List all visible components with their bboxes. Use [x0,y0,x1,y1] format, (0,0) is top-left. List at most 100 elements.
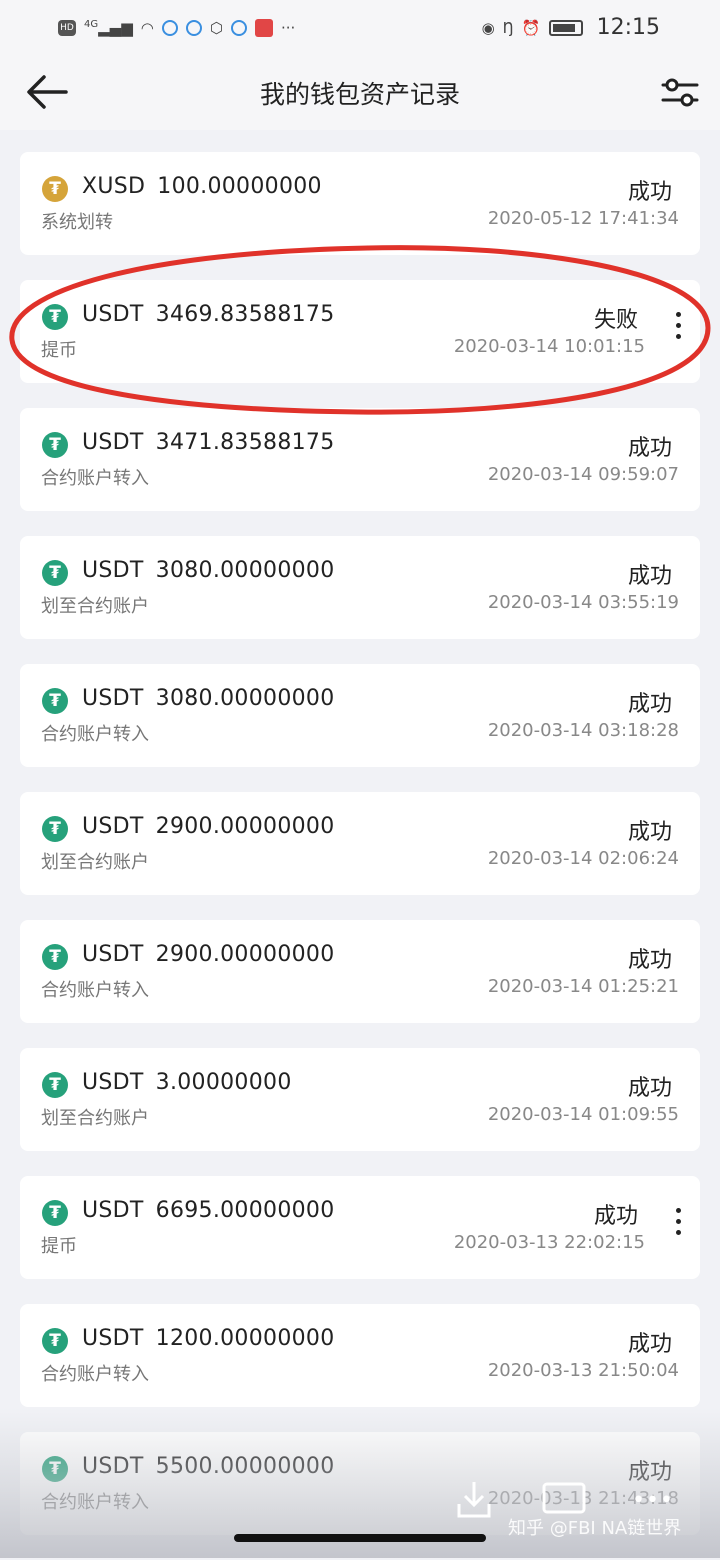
record-status: 成功 [593,1204,638,1229]
record-type: 划至合约账户 [41,852,149,873]
record-card[interactable]: ₮ USDT 3469.83588175 提币 失败 2020-03-14 10:… [20,280,700,383]
record-datetime: 2020-03-13 22:02:15 [453,1232,645,1253]
record-datetime: 2020-03-14 03:18:28 [487,720,679,741]
record-amount-value: 2900.00000000 [155,814,335,839]
record-status: 成功 [627,820,672,845]
record-card[interactable]: ₮ USDT 2900.00000000 划至合约账户 成功 2020-03-14… [20,792,700,895]
eye-icon: ◉ [481,18,495,37]
record-datetime: 2020-05-12 17:41:34 [487,208,679,229]
record-amount: USDT 3080.00000000 [82,686,335,711]
tether-coin-icon: ₮ [42,1456,68,1482]
record-amount-value: 3471.83588175 [155,430,335,455]
top-nav-bar: 我的钱包资产记录 [0,55,720,130]
app-notification-icon [230,19,247,36]
record-amount-value: 5500.00000000 [155,1454,335,1479]
record-currency: USDT [82,1454,144,1479]
more-options-icon[interactable] [672,1208,684,1240]
record-amount: USDT 3469.83588175 [82,302,335,327]
page-title: 我的钱包资产记录 [259,80,460,109]
nfc-icon: Ŋ [502,18,514,37]
record-amount: USDT 3080.00000000 [82,558,335,583]
home-indicator[interactable] [234,1534,486,1542]
status-left: HD 4G▂▄▆ ◠ ⬡ ··· [58,18,296,37]
record-card[interactable]: ₮ USDT 3080.00000000 合约账户转入 成功 2020-03-14… [20,664,700,767]
tether-coin-icon: ₮ [42,1200,68,1226]
record-card[interactable]: ₮ USDT 1200.00000000 合约账户转入 成功 2020-03-13… [20,1304,700,1407]
record-datetime: 2020-03-14 01:25:21 [487,976,679,997]
record-amount: USDT 5500.00000000 [82,1454,335,1479]
sliders-icon [661,78,699,107]
record-status: 失败 [593,308,638,333]
record-amount: USDT 3471.83588175 [82,430,335,455]
record-card[interactable]: ₮ USDT 3080.00000000 划至合约账户 成功 2020-03-14… [20,536,700,639]
record-currency: USDT [82,302,144,327]
more-notifications-icon: ··· [280,18,296,37]
record-status: 成功 [627,436,672,461]
record-amount-value: 6695.00000000 [155,1198,335,1223]
record-card[interactable]: ₮ USDT 6695.00000000 提币 成功 2020-03-13 22:… [20,1176,700,1279]
record-amount-value: 3080.00000000 [155,558,335,583]
tether-coin-icon: ₮ [42,1328,68,1354]
battery-icon [548,19,583,36]
record-type: 系统划转 [41,212,113,233]
tether-coin-icon: ₮ [42,688,68,714]
filter-button[interactable] [660,73,700,113]
record-amount-value: 1200.00000000 [155,1326,335,1351]
record-datetime: 2020-03-14 01:09:55 [487,1104,679,1125]
more-icon[interactable]: ••• [632,1488,674,1513]
alarm-icon: ⏰ [521,18,541,37]
clock: 12:15 [596,15,660,40]
record-status: 成功 [627,1076,672,1101]
record-status: 成功 [627,1460,672,1485]
record-datetime: 2020-03-14 10:01:15 [453,336,645,357]
record-amount: USDT 1200.00000000 [82,1326,335,1351]
record-type: 合约账户转入 [41,1492,149,1513]
record-amount-value: 100.00000000 [157,174,322,199]
tether-coin-icon: ₮ [42,816,68,842]
record-datetime: 2020-03-14 03:55:19 [487,592,679,613]
record-amount: XUSD 100.00000000 [82,174,322,199]
record-card[interactable]: ₮ USDT 3471.83588175 合约账户转入 成功 2020-03-14… [20,408,700,511]
record-type: 划至合约账户 [41,1108,149,1129]
record-currency: USDT [82,686,144,711]
record-status: 成功 [627,180,672,205]
wifi-icon: ◠ [140,18,154,37]
record-status: 成功 [627,948,672,973]
record-card[interactable]: ₮ USDT 3.00000000 划至合约账户 成功 2020-03-14 01… [20,1048,700,1151]
record-type: 划至合约账户 [41,596,149,617]
tether-coin-icon: ₮ [42,944,68,970]
record-currency: XUSD [82,174,146,199]
record-amount: USDT 2900.00000000 [82,814,335,839]
record-type: 合约账户转入 [41,1364,149,1385]
record-currency: USDT [82,558,144,583]
record-currency: USDT [82,1326,144,1351]
record-status: 成功 [627,564,672,589]
record-type: 合约账户转入 [41,724,149,745]
record-amount: USDT 3.00000000 [82,1070,292,1095]
tether-coin-icon: ₮ [42,432,68,458]
red-app-notification-icon [254,18,273,37]
watermark: 知乎 @FBI NA链世界 [508,1518,682,1539]
record-card[interactable]: ₮ USDT 2900.00000000 合约账户转入 成功 2020-03-14… [20,920,700,1023]
record-status: 成功 [627,692,672,717]
record-amount-value: 3.00000000 [155,1070,292,1095]
record-amount-value: 3080.00000000 [155,686,335,711]
app-notification-icon [185,19,202,36]
record-currency: USDT [82,1198,144,1223]
record-currency: USDT [82,942,144,967]
tether-coin-icon: ₮ [42,560,68,586]
app-notification-icon [161,19,178,36]
share-icon[interactable] [540,1478,588,1518]
status-bar: HD 4G▂▄▆ ◠ ⬡ ··· ◉ Ŋ ⏰ 12:15 [0,0,720,55]
record-currency: USDT [82,1070,144,1095]
download-icon[interactable] [455,1478,493,1520]
record-amount: USDT 6695.00000000 [82,1198,335,1223]
record-type: 提币 [41,340,77,361]
record-card[interactable]: ₮ XUSD 100.00000000 系统划转 成功 2020-05-12 17… [20,152,700,255]
record-amount-value: 3469.83588175 [155,302,335,327]
record-currency: USDT [82,430,144,455]
record-currency: USDT [82,814,144,839]
more-options-icon[interactable] [672,312,684,344]
record-datetime: 2020-03-13 21:50:04 [487,1360,679,1381]
record-datetime: 2020-03-14 02:06:24 [487,848,679,869]
